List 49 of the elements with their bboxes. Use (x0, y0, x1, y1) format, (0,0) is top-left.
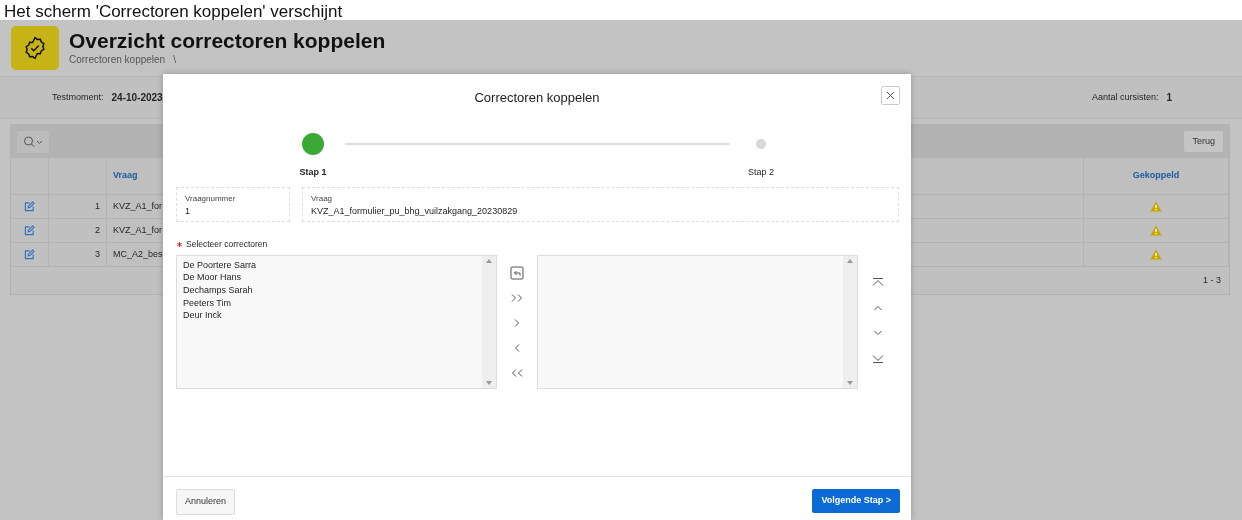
field-label: Vraag (311, 193, 334, 205)
list-option[interactable]: De Poortere Sarra (183, 258, 477, 272)
edit-icon[interactable] (24, 201, 35, 212)
scroll-down-icon[interactable] (486, 380, 493, 385)
info-label: Testmoment: (52, 90, 104, 104)
page-title: Overzicht correctoren koppelen (69, 28, 386, 53)
info-value: 1 (1166, 91, 1172, 105)
info-value: 24-10-2023 (111, 91, 163, 105)
breadcrumb-link[interactable]: Correctoren koppelen (69, 52, 166, 68)
list-option[interactable]: Deur Inck (183, 309, 477, 322)
reset-icon[interactable] (509, 264, 526, 281)
table-cell-text: MC_A2_bes (113, 247, 163, 261)
step-dot[interactable] (756, 139, 766, 149)
field-value: 1 (185, 205, 191, 218)
field-label: Vraagnummer (185, 193, 237, 205)
step-label: Stap 2 (748, 166, 774, 179)
scroll-up-icon[interactable] (847, 258, 854, 263)
field-value: KVZ_A1_formulier_pu_bhg_vuilzakgang_20230829 (311, 205, 519, 218)
scroll-up-icon[interactable] (486, 258, 493, 263)
badge-check-icon (11, 26, 59, 70)
table-cell-text: KVZ_A1_for (113, 199, 163, 213)
back-button[interactable]: Terug (1184, 130, 1223, 153)
dialog-title: Correctoren koppelen (474, 89, 600, 108)
table-cell-text: 3 (95, 247, 100, 261)
selected-list[interactable] (537, 254, 859, 389)
breadcrumb-separator: \ (173, 53, 176, 68)
info-label: Aantal cursisten: (1091, 90, 1159, 104)
step-dot-active[interactable] (302, 133, 324, 155)
close-button[interactable] (881, 86, 900, 105)
search-icon[interactable] (17, 130, 49, 153)
pagination-text: 1 - 3 (1203, 273, 1221, 287)
next-step-button[interactable]: Volgende Stap > (812, 489, 900, 513)
available-list[interactable]: De Poortere Sarra De Moor Hans Dechamps Sarah Peeters Tim Deur Inck (176, 254, 498, 389)
table-cell-text: 2 (95, 223, 100, 237)
field-label: Selecteer correctoren (186, 238, 268, 251)
table-cell-text: 1 (95, 199, 100, 213)
cancel-button[interactable]: Annuleren (176, 489, 236, 515)
caption-text: Het scherm 'Correctoren koppelen' verschijnt (3, 2, 343, 22)
list-option[interactable]: Dechamps Sarah (183, 283, 477, 297)
column-header[interactable]: Vraag (113, 169, 138, 183)
list-option[interactable]: Peeters Tim (183, 296, 477, 310)
scroll-down-icon[interactable] (847, 380, 854, 385)
edit-icon[interactable] (24, 225, 35, 236)
column-header[interactable]: Gekoppeld (1132, 169, 1180, 183)
list-option[interactable]: De Moor Hans (183, 271, 477, 284)
close-icon (886, 91, 895, 100)
table-cell-text: KVZ_A1_for (113, 223, 163, 237)
edit-icon[interactable] (24, 249, 35, 260)
step-label: Stap 1 (299, 166, 327, 179)
